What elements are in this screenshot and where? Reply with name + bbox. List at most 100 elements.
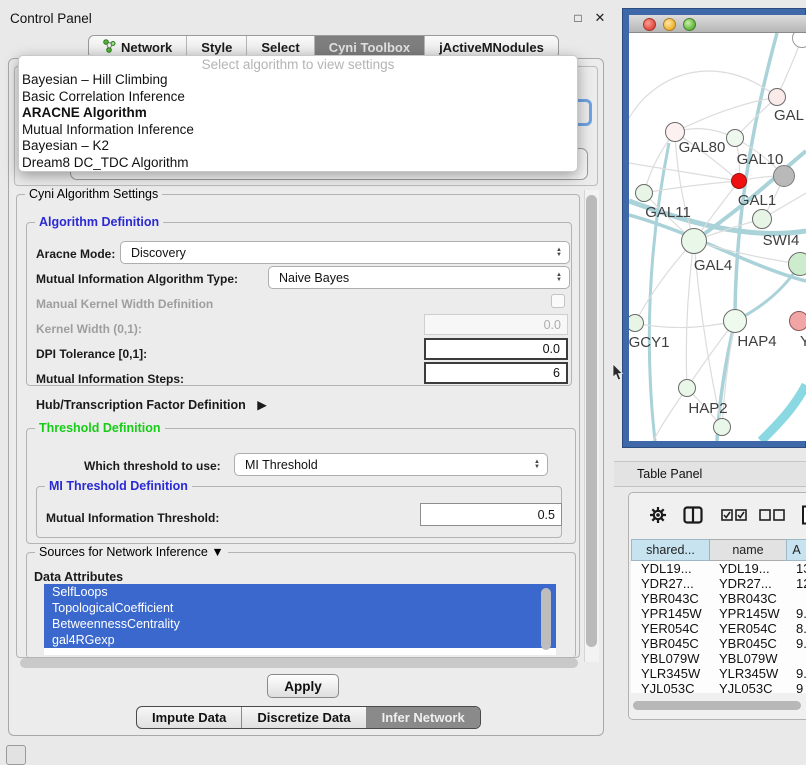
mi-threshold-group-title: MI Threshold Definition: [45, 479, 192, 493]
network-node-y[interactable]: [789, 311, 806, 331]
settings-vscroll-thumb[interactable]: [586, 195, 597, 647]
node-label: HAP2: [688, 400, 727, 417]
table-row[interactable]: YER054CYER054C8.: [631, 621, 806, 636]
deselect-all-icon[interactable]: [759, 508, 785, 526]
new-table-icon[interactable]: [801, 505, 806, 530]
network-node[interactable]: [773, 165, 795, 187]
network-node-gal10[interactable]: [726, 129, 744, 147]
network-node-swi4[interactable]: [752, 209, 772, 229]
network-node[interactable]: [788, 252, 806, 276]
apply-button[interactable]: Apply: [267, 674, 339, 698]
attribute-list-item[interactable]: SelfLoops: [44, 584, 556, 600]
tab-cyni-toolbox-label: Cyni Toolbox: [329, 40, 410, 55]
close-window-icon[interactable]: [643, 18, 656, 31]
tab-impute-data[interactable]: Impute Data: [137, 707, 242, 728]
sources-group-title[interactable]: Sources for Network Inference ▼: [35, 545, 228, 559]
algorithm-option[interactable]: Bayesian – Hill Climbing: [19, 72, 577, 89]
node-label: Y: [800, 333, 806, 350]
data-attributes-list: SelfLoopsTopologicalCoefficientBetweenne…: [44, 584, 556, 655]
table-cell[interactable]: YLR345W: [631, 666, 709, 681]
table-cell[interactable]: YBR045C: [631, 636, 709, 651]
table-cell[interactable]: YDL19...: [631, 561, 709, 576]
columns-icon[interactable]: [683, 506, 703, 529]
column-header-name[interactable]: name: [709, 539, 786, 561]
table-row[interactable]: YBR045CYBR045C9.: [631, 636, 806, 651]
aracne-mode-label: Aracne Mode:: [36, 247, 115, 261]
table-cell[interactable]: YDR27...: [631, 576, 709, 591]
gear-icon[interactable]: [649, 506, 667, 529]
select-all-checks-icon[interactable]: [721, 508, 747, 526]
attribute-list-item[interactable]: TopologicalCoefficient: [44, 600, 556, 616]
table-cell[interactable]: 8.: [786, 621, 806, 636]
list-scrollbar[interactable]: [541, 588, 551, 650]
node-label: GAL: [774, 107, 804, 124]
table-cell[interactable]: 9.: [786, 636, 806, 651]
hub-definition-toggle[interactable]: Hub/Transcription Factor Definition ▶: [36, 397, 267, 412]
which-threshold-combo[interactable]: MI Threshold ▲▼: [234, 453, 548, 476]
network-node[interactable]: [713, 418, 731, 436]
table-cell[interactable]: [786, 591, 806, 606]
network-canvas[interactable]: GALGAL80GAL10GAL1GAL11SWI4GAL4GCY1HAP4YH…: [629, 33, 806, 441]
dpi-tolerance-field[interactable]: 0.0: [424, 338, 568, 360]
mi-threshold-field[interactable]: 0.5: [420, 503, 562, 526]
attribute-list-item[interactable]: gal4RGexp: [44, 632, 556, 648]
network-node-gal[interactable]: [768, 88, 786, 106]
float-panel-icon[interactable]: □: [570, 10, 586, 26]
minimize-window-icon[interactable]: [663, 18, 676, 31]
algorithm-option[interactable]: Dream8 DC_TDC Algorithm: [19, 155, 577, 172]
network-window-titlebar[interactable]: [629, 15, 806, 33]
table-cell[interactable]: YBL079W: [631, 651, 709, 666]
aracne-mode-combo[interactable]: Discovery ▲▼: [120, 241, 570, 264]
table-cell[interactable]: YBR043C: [709, 591, 786, 606]
table-row[interactable]: YPR145WYPR145W9.: [631, 606, 806, 621]
algorithm-option[interactable]: Bayesian – K2: [19, 138, 577, 155]
table-cell[interactable]: [786, 651, 806, 666]
attribute-list-item[interactable]: BetweennessCentrality: [44, 616, 556, 632]
table-cell[interactable]: YDL19...: [709, 561, 786, 576]
table-cell[interactable]: YLR345W: [709, 666, 786, 681]
manual-kernel-checkbox[interactable]: [551, 294, 565, 308]
table-cell[interactable]: YER054C: [631, 621, 709, 636]
table-row[interactable]: YBL079WYBL079W: [631, 651, 806, 666]
column-header-clipped[interactable]: A: [786, 539, 806, 561]
table-cell[interactable]: 9.: [786, 666, 806, 681]
table-cell[interactable]: YJL053C: [631, 681, 709, 693]
table-row[interactable]: YBR043CYBR043C: [631, 591, 806, 606]
collapsed-panel-button[interactable]: [6, 745, 26, 765]
table-row[interactable]: YDR27...YDR27...12: [631, 576, 806, 591]
table-cell[interactable]: 9: [786, 681, 806, 693]
table-cell[interactable]: 13: [786, 561, 806, 576]
network-node-gal11[interactable]: [635, 184, 653, 202]
tab-discretize-data[interactable]: Discretize Data: [242, 707, 366, 728]
algorithm-option[interactable]: Mutual Information Inference: [19, 122, 577, 139]
settings-hscroll-thumb[interactable]: [20, 658, 578, 668]
table-hscroll-thumb[interactable]: [633, 701, 801, 710]
table-cell[interactable]: YDR27...: [709, 576, 786, 591]
table-cell[interactable]: 12: [786, 576, 806, 591]
table-cell[interactable]: YJL053C: [709, 681, 786, 693]
network-node-gal4[interactable]: [681, 228, 707, 254]
column-header-shared-name[interactable]: shared...: [631, 539, 709, 561]
table-cell[interactable]: YPR145W: [709, 606, 786, 621]
table-row[interactable]: YJL053CYJL053C9: [631, 681, 806, 693]
close-panel-icon[interactable]: ✕: [592, 10, 608, 26]
table-cell[interactable]: YER054C: [709, 621, 786, 636]
mi-type-combo[interactable]: Naive Bayes ▲▼: [268, 266, 570, 289]
tab-infer-network[interactable]: Infer Network: [367, 707, 480, 728]
table-row[interactable]: YLR345WYLR345W9.: [631, 666, 806, 681]
table-cell[interactable]: YBR043C: [631, 591, 709, 606]
zoom-window-icon[interactable]: [683, 18, 696, 31]
algorithm-option[interactable]: Basic Correlation Inference: [19, 89, 577, 106]
chevron-right-icon: ▶: [257, 398, 267, 412]
mi-steps-field[interactable]: 6: [424, 362, 568, 384]
network-node-gal1[interactable]: [731, 173, 747, 189]
algorithm-option[interactable]: ARACNE Algorithm: [19, 105, 577, 122]
table-cell[interactable]: 9.: [786, 606, 806, 621]
network-node-hap2[interactable]: [678, 379, 696, 397]
table-cell[interactable]: YBL079W: [709, 651, 786, 666]
table-cell[interactable]: YBR045C: [709, 636, 786, 651]
network-node-hap4[interactable]: [723, 309, 747, 333]
table-row[interactable]: YDL19...YDL19...13: [631, 561, 806, 576]
kernel-width-field[interactable]: 0.0: [424, 314, 568, 335]
table-cell[interactable]: YPR145W: [631, 606, 709, 621]
